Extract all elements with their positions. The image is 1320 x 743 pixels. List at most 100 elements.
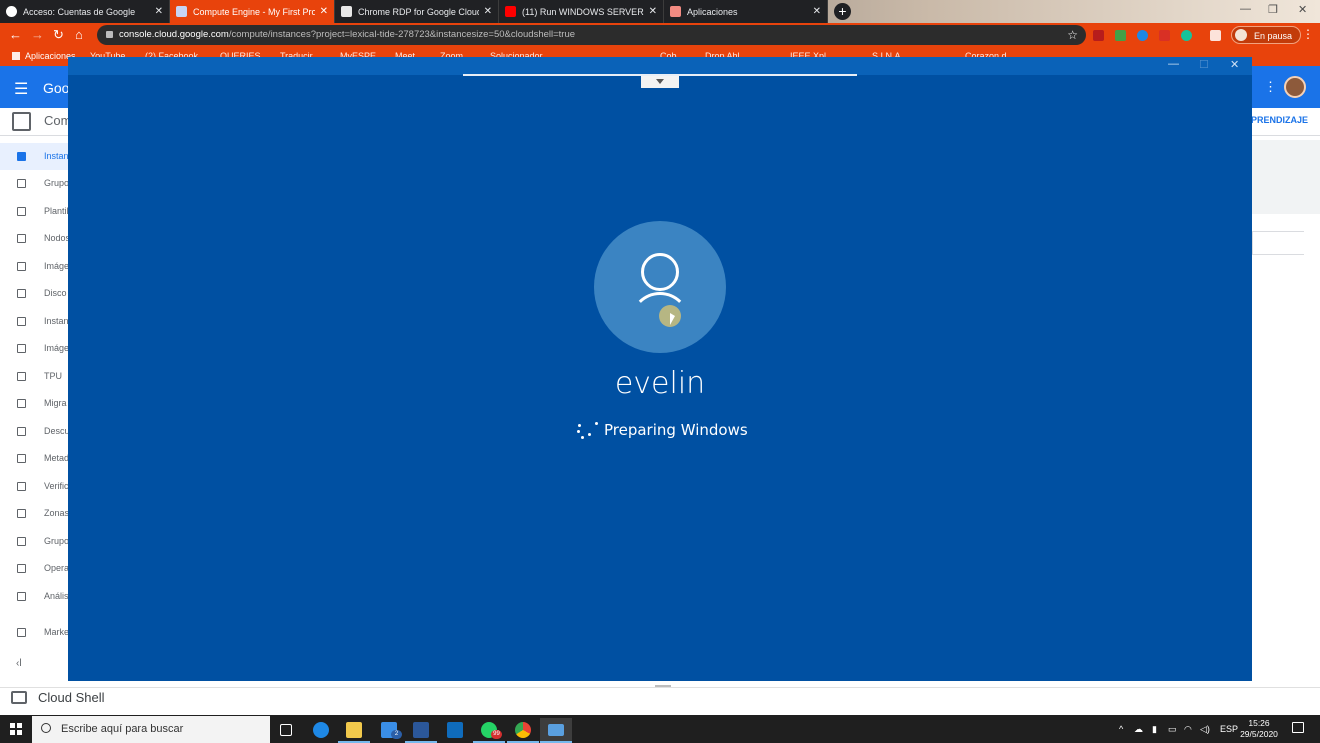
filter-input[interactable] [1252,231,1304,255]
login-status: Preparing Windows [604,421,748,439]
tab-title: Acceso: Cuentas de Google [23,6,136,17]
sidebar-item-machine-images[interactable]: Imáge [0,253,69,280]
sidebar-item-zones[interactable]: Zonas [0,500,69,527]
sidebar-item-discounts[interactable]: Descu [0,418,70,445]
volume-icon[interactable]: ◁) [1200,724,1210,735]
sidebar-item-snapshots[interactable]: Instan [0,308,69,335]
profile-status-button[interactable]: En pausa [1231,26,1302,44]
sidebar-item-tpu[interactable]: TPU [0,363,68,390]
close-icon[interactable]: ✕ [155,6,163,17]
windows-start-icon[interactable] [10,723,22,735]
collapse-sidebar-icon[interactable]: ‹l [16,658,22,669]
user-silhouette-head [641,253,679,291]
profile-avatar [1235,29,1247,41]
browser-menu-icon[interactable]: ⋮ [1302,27,1314,41]
tab-aplicaciones[interactable]: Aplicaciones ✕ [664,0,828,23]
file-explorer-button[interactable] [338,718,370,743]
outlook-button[interactable] [439,718,471,743]
sidebar-item-operations[interactable]: Opera [0,555,70,582]
outlook-icon [447,722,463,738]
cloud-shell-bar[interactable] [0,687,1320,714]
loading-spinner-icon [575,421,601,441]
console-sidebar: Instan Grupo Plantil Nodos Imáge Disco I… [0,136,70,681]
tab-chrome-rdp[interactable]: Chrome RDP for Google Cloud P ✕ [335,0,499,23]
sidebar-item-disks[interactable]: Disco [0,280,68,307]
mail-badge: 2 [391,730,402,739]
sidebar-item-label: Opera [44,563,70,573]
task-view-icon [280,724,292,736]
chrome-button[interactable] [507,718,539,743]
microphone-icon[interactable]: ▮ [1152,724,1157,735]
show-hidden-icons-icon[interactable]: ^ [1119,724,1123,734]
account-avatar[interactable] [1284,76,1306,98]
google-icon [6,6,17,17]
sidebar-item-migrate[interactable]: Migra [0,390,68,417]
onedrive-icon[interactable]: ☁ [1134,724,1143,735]
sidebar-item-label: Imáge [44,343,70,353]
connection-bar-toggle[interactable] [641,76,679,88]
media-queue-icon[interactable] [1210,30,1221,41]
tab-compute-engine[interactable]: Compute Engine - My First Proje ✕ [170,0,335,23]
compute-engine-chip-icon [12,112,31,131]
close-icon[interactable]: ✕ [813,6,821,17]
taskbar-clock[interactable]: 15:26 29/5/2020 [1240,718,1278,740]
gmail-extension-icon[interactable] [1159,30,1170,41]
rdp-minimize-icon[interactable]: — [1168,58,1179,70]
sidebar-item-network-endpoint-groups[interactable]: Grupo [0,528,69,555]
sidebar-item-sole-tenant-nodes[interactable]: Nodos [0,225,70,252]
home-icon[interactable]: ⌂ [75,27,83,42]
spinner-dot [578,424,581,427]
edge-button[interactable] [305,718,337,743]
wifi-icon[interactable]: ◠ [1184,724,1192,735]
close-icon[interactable]: ✕ [484,6,492,17]
reload-icon[interactable]: ↻ [53,27,64,43]
tab-youtube[interactable]: (11) Run WINDOWS SERVER ON ✕ [499,0,664,23]
sidebar-item-images[interactable]: Imáge [0,335,70,362]
battery-icon[interactable]: ▭ [1168,724,1177,735]
image-icon [17,344,26,353]
forward-arrow-icon[interactable]: → [31,27,44,42]
new-tab-button[interactable]: + [834,3,851,20]
remote-desktop-button[interactable] [540,718,572,743]
console-logo[interactable]: Goo [43,80,69,96]
console-menu-icon[interactable]: ⋮ [1264,79,1277,95]
close-icon[interactable]: ✕ [649,6,657,17]
sidebar-item-label: Marke [44,627,70,637]
clock-date: 29/5/2020 [1240,729,1278,739]
grammarly-extension-icon[interactable] [1181,30,1192,41]
sidebar-item-marketplace[interactable]: Marke [0,619,70,646]
cloud-shell-label[interactable]: Cloud Shell [38,690,105,705]
sidebar-item-metadata[interactable]: Metad [0,445,69,472]
rdp-close-icon[interactable]: ✕ [1230,58,1239,71]
tab-google-accounts[interactable]: Acceso: Cuentas de Google ✕ [0,0,170,23]
close-window-icon[interactable]: ✕ [1298,3,1307,16]
close-icon[interactable]: ✕ [320,6,328,17]
browser-toolbar: ← → ↻ ⌂ console.cloud.google.com/compute… [0,23,1320,48]
word-button[interactable] [405,718,437,743]
minimize-icon[interactable]: — [1240,3,1251,15]
address-bar[interactable]: console.cloud.google.com/compute/instanc… [97,25,1086,45]
rdp-maximize-icon[interactable]: ☐ [1199,58,1209,71]
sidebar-item-security-scans[interactable]: Anális [0,583,69,610]
sidebar-item-health-checks[interactable]: Verific [0,473,69,500]
zoom-extension-icon[interactable] [1137,30,1148,41]
pdf-extension-icon[interactable] [1093,30,1104,41]
machine-image-icon [17,262,26,271]
maximize-icon[interactable]: ❐ [1268,3,1278,16]
bookmark-star-icon[interactable]: ☆ [1067,25,1078,45]
task-view-button[interactable] [270,718,302,743]
sidebar-item-instance-groups[interactable]: Grupo [0,170,69,197]
bookmark-apps[interactable]: Aplicaciones [12,51,76,61]
whatsapp-button[interactable]: 99 [473,718,505,743]
learn-link[interactable]: PRENDIZAJE [1251,115,1308,125]
language-indicator[interactable]: ESP [1220,724,1238,734]
sidebar-item-templates[interactable]: Plantil [0,198,69,225]
taskbar-search-box[interactable]: Escribe aquí para buscar [32,716,270,743]
hamburger-menu-icon[interactable]: ☰ [14,79,28,99]
sidebar-item-label: Verific [44,481,69,491]
mail-button[interactable]: 2 [373,718,405,743]
sheets-extension-icon[interactable] [1115,30,1126,41]
sidebar-item-vm-instances[interactable]: Instan [0,143,69,170]
notifications-icon[interactable] [1292,722,1304,733]
back-arrow-icon[interactable]: ← [9,27,22,42]
